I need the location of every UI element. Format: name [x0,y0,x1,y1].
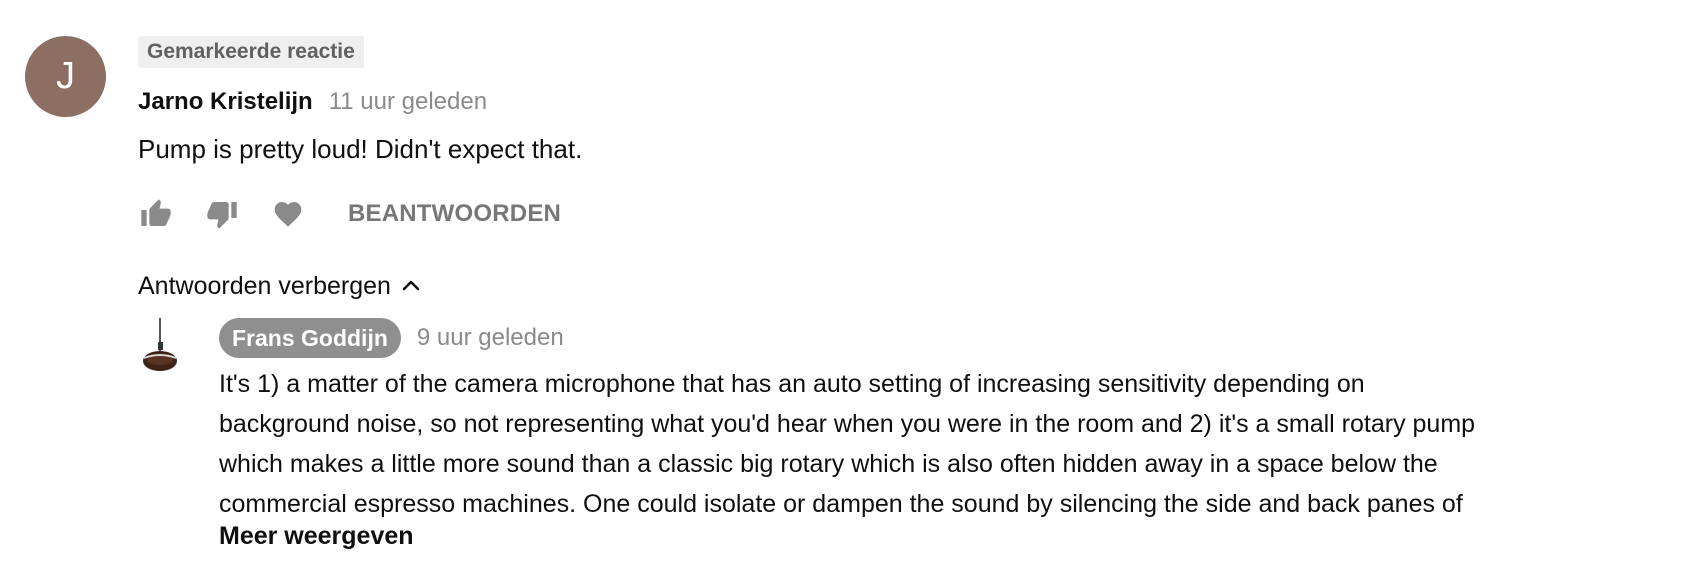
chevron-up-icon [402,280,420,291]
show-more-link[interactable]: Meer weergeven [219,522,414,551]
heart-icon [274,202,302,227]
reply-text: It's 1) a matter of the camera microphon… [219,364,1649,524]
highlighted-comment-thread: J Gemarkeerde reactie Jarno Kristelijn 1… [0,0,1686,580]
hide-replies-button[interactable]: Antwoorden verbergen [138,268,423,304]
reply-text-line: background noise, so not representing wh… [219,410,1476,438]
hide-replies-label: Antwoorden verbergen [138,271,391,300]
reply-text-line: which makes a little more sound than a c… [219,450,1438,478]
thumb-down-icon [207,202,237,229]
avatar[interactable]: J [25,36,106,117]
comment-text: Pump is pretty loud! Didn't expect that. [138,134,583,164]
reply-button[interactable]: BEANTWOORDEN [348,200,561,228]
reply-text-line: It's 1) a matter of the camera microphon… [219,370,1365,398]
reply-text-line: commercial espresso machines. One could … [219,490,1463,518]
avatar-initial: J [56,55,75,97]
heart-button[interactable] [270,196,306,232]
thumb-up-icon [141,199,171,226]
comment-timestamp[interactable]: 11 uur geleden [329,88,487,116]
reply-timestamp[interactable]: 9 uur geleden [417,324,564,352]
dislike-button[interactable] [204,196,240,232]
reply-avatar-espresso-icon[interactable] [142,318,186,376]
highlighted-comment-badge: Gemarkeerde reactie [138,36,364,68]
like-button[interactable] [138,196,174,232]
comment-header: Jarno Kristelijn 11 uur geleden [138,86,487,118]
reply-author-name[interactable]: Frans Goddijn [219,318,401,358]
reply-header: Frans Goddijn 9 uur geleden [219,318,564,358]
comment-action-toolbar: BEANTWOORDEN [138,196,561,232]
comment-author-name[interactable]: Jarno Kristelijn [138,88,313,116]
